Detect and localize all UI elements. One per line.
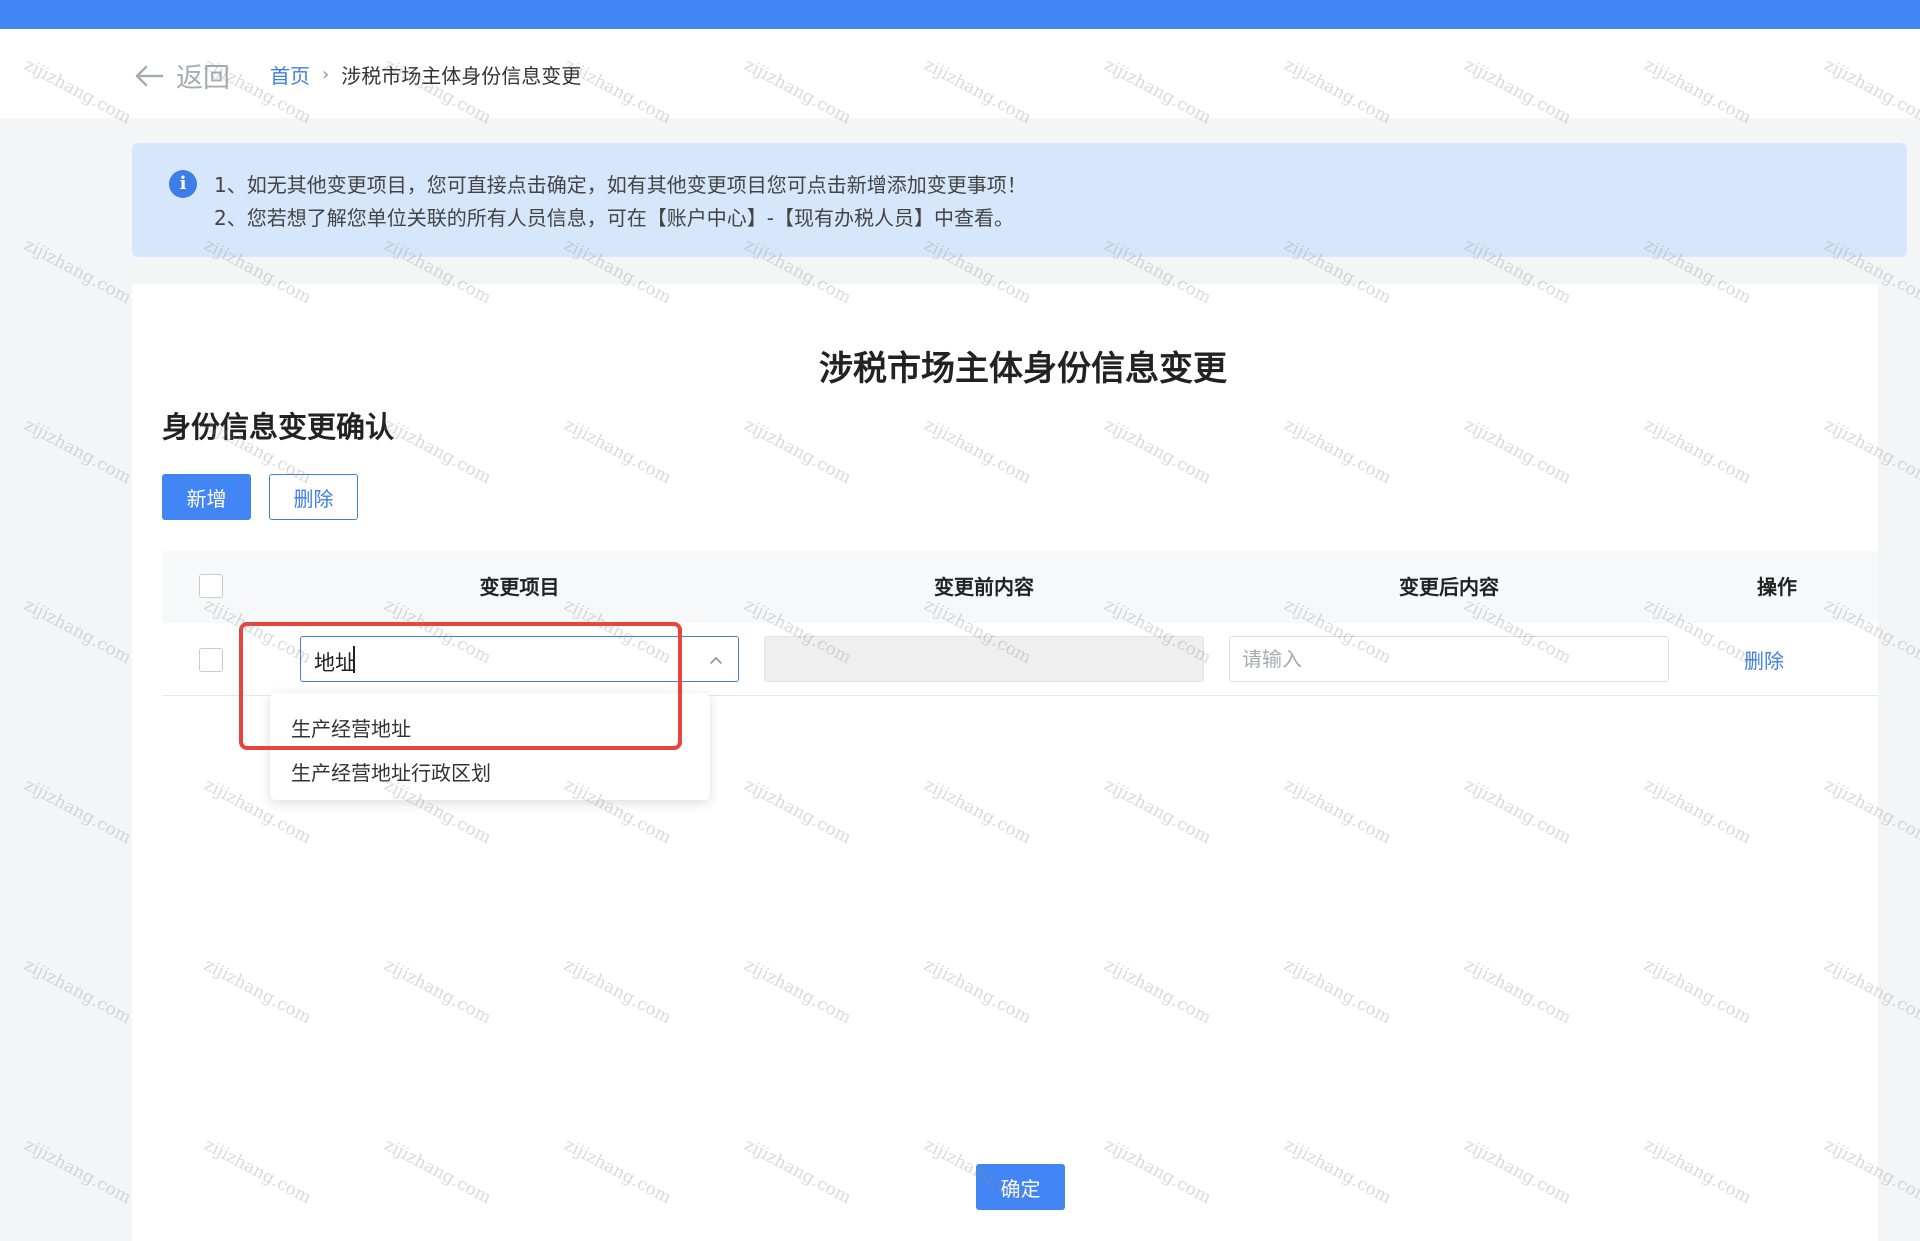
info-icon: i [169, 170, 197, 198]
notice-line-1: 1、如无其他变更项目，您可直接点击确定，如有其他变更项目您可点击新增添加变更事项… [214, 173, 1027, 197]
column-header-item: 变更项目 [479, 575, 560, 599]
row-delete-link[interactable]: 删除 [1744, 645, 1784, 674]
notice-line-2: 2、您若想了解您单位关联的所有人员信息，可在【账户中心】-【现有办税人员】中查看… [214, 206, 1014, 230]
text-cursor [353, 646, 355, 673]
watermark-text: zijizhang.com [20, 235, 135, 309]
add-button[interactable]: 新增 [162, 474, 251, 520]
table-header: 变更项目 变更前内容 变更后内容 操作 [162, 551, 1878, 623]
column-header-before: 变更前内容 [934, 575, 1034, 599]
row-checkbox[interactable] [199, 648, 223, 672]
breadcrumb-current: 涉税市场主体身份信息变更 [341, 64, 582, 88]
delete-button[interactable]: 删除 [269, 474, 358, 520]
table-row: 地址 删除 [162, 623, 1878, 696]
watermark-text: zijizhang.com [20, 1135, 135, 1209]
watermark-text: zijizhang.com [20, 595, 135, 669]
after-content-input[interactable] [1229, 636, 1669, 682]
dropdown-option-address-district[interactable]: 生产经营地址行政区划 [291, 757, 491, 786]
page-title: 涉税市场主体身份信息变更 [819, 349, 1227, 389]
select-all-checkbox[interactable] [199, 574, 223, 598]
back-label: 返回 [176, 63, 230, 94]
chevron-up-icon [710, 657, 722, 664]
arrow-left-icon [135, 65, 164, 86]
back-button[interactable]: 返回 [134, 56, 230, 95]
watermark-text: zijizhang.com [20, 775, 135, 849]
column-header-action: 操作 [1757, 575, 1797, 599]
dropdown-option-address[interactable]: 生产经营地址 [291, 713, 411, 742]
breadcrumb-home-link[interactable]: 首页 [270, 60, 310, 89]
change-item-dropdown: 生产经营地址 生产经营地址行政区划 [270, 693, 710, 800]
notice-banner: i 1、如无其他变更项目，您可直接点击确定，如有其他变更项目您可点击新增添加变更… [132, 143, 1907, 257]
breadcrumb-separator-icon: › [322, 64, 330, 85]
section-title: 身份信息变更确认 [162, 410, 395, 444]
top-bar [0, 0, 1920, 29]
change-item-value: 地址 [314, 651, 356, 675]
before-content-field [764, 636, 1204, 682]
change-item-select[interactable]: 地址 [300, 636, 739, 682]
confirm-button[interactable]: 确定 [976, 1164, 1065, 1210]
column-header-after: 变更后内容 [1399, 575, 1499, 599]
watermark-text: zijizhang.com [20, 415, 135, 489]
breadcrumb: 首页 › 涉税市场主体身份信息变更 [270, 60, 581, 89]
watermark-text: zijizhang.com [20, 955, 135, 1029]
